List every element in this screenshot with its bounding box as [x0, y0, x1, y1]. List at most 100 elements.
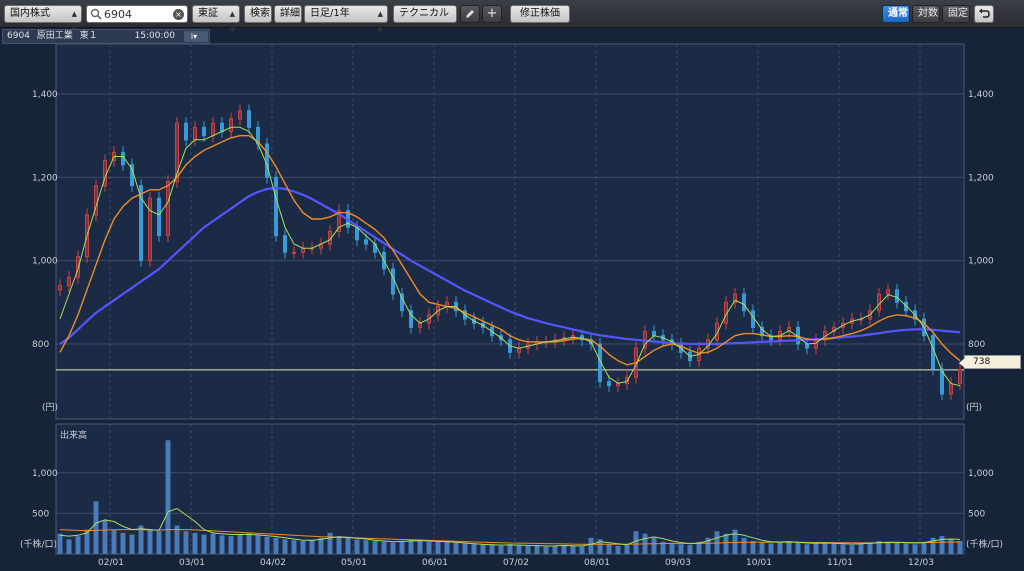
volume-bar	[102, 519, 108, 554]
date-tick-label: 05/01	[341, 558, 367, 568]
chart-canvas[interactable]: 800 800 1,000 1,000 1,200 1,200 1,400 1,400 500 5…	[0, 28, 1024, 571]
pencil-icon	[466, 10, 474, 18]
volume-bar	[534, 545, 540, 554]
date-tick-label: 06/01	[422, 558, 448, 568]
scale-log-button[interactable]: 対数	[912, 5, 940, 23]
exchange-select[interactable]: 東証 ▲ ▼	[192, 5, 240, 34]
scale-normal-button[interactable]: 通常	[882, 5, 910, 23]
volume-bar	[840, 544, 846, 554]
price-ylabel-right: (円)	[966, 402, 982, 413]
pencil-tool-button[interactable]	[460, 5, 480, 23]
volume-bar	[777, 541, 783, 554]
volume-bar	[462, 543, 468, 554]
candle-body	[157, 197, 161, 237]
market-select[interactable]: 国内株式 ▲▼	[4, 5, 82, 34]
price-tick-label-right: 1,400	[968, 90, 994, 100]
date-tick-label: 11/01	[827, 558, 853, 568]
candle-body	[265, 143, 269, 178]
volume-bar	[282, 539, 288, 554]
price-ylabel-left: (円)	[42, 402, 58, 413]
volume-bar	[786, 541, 792, 554]
volume-bar	[624, 545, 630, 554]
volume-bar	[435, 541, 441, 554]
volume-bar	[57, 533, 63, 554]
date-tick-label: 09/03	[665, 558, 691, 568]
candle-body	[391, 268, 395, 295]
volume-bar	[93, 501, 99, 554]
stock-market: 東１	[79, 31, 98, 41]
volume-bar	[480, 545, 486, 554]
stock-info-bar: 6904 原田工業 東１ 15:00:00 i▾	[2, 29, 210, 44]
candle-body	[202, 126, 206, 137]
volume-title: 出来高	[60, 429, 87, 441]
price-tick-label-left: 1,400	[32, 90, 58, 100]
volume-bar	[813, 543, 819, 554]
stock-code: 6904	[7, 31, 30, 41]
volume-bar	[147, 529, 153, 554]
volume-bar	[831, 543, 837, 554]
price-tick-label-left: 800	[32, 340, 49, 350]
volume-bar	[255, 535, 261, 554]
chart-app: 国内株式 ▲▼ × 東証 ▲▼ 検索 詳細 日足/1年 ▲▼ テクニカル + 修…	[0, 0, 1024, 571]
search-field[interactable]: ×	[86, 5, 188, 23]
volume-bar	[300, 541, 306, 554]
volume-bar	[723, 533, 729, 554]
volume-bar	[570, 545, 576, 554]
volume-bar	[273, 537, 279, 554]
search-button[interactable]: 検索	[244, 5, 272, 23]
volume-bar	[768, 543, 774, 554]
search-input[interactable]	[104, 7, 174, 21]
volume-bar	[75, 536, 81, 554]
toolbar: 国内株式 ▲▼ × 東証 ▲▼ 検索 詳細 日足/1年 ▲▼ テクニカル + 修…	[0, 0, 1024, 34]
candle-body	[283, 235, 287, 253]
technical-button[interactable]: テクニカル	[393, 5, 457, 23]
period-select[interactable]: 日足/1年 ▲ ▼	[304, 5, 388, 34]
price-tick-label-left: 1,000	[32, 257, 58, 267]
volume-bar	[741, 537, 747, 554]
volume-bar	[525, 545, 531, 554]
date-tick-label: 12/03	[908, 558, 934, 568]
volume-bar	[327, 532, 333, 554]
undo-icon	[979, 8, 990, 18]
date-tick-label: 07/02	[503, 558, 529, 568]
volume-bar	[759, 542, 765, 554]
volume-bar	[615, 545, 621, 554]
current-price-tag: 738	[959, 355, 1021, 369]
date-tick-label: 02/01	[98, 558, 124, 568]
volume-bar	[579, 546, 585, 554]
volume-bar	[336, 536, 342, 554]
stock-time: 15:00:00	[134, 31, 175, 41]
adjusted-price-button[interactable]: 修正株価	[510, 5, 570, 23]
volume-bar	[129, 534, 135, 554]
volume-bar	[246, 532, 252, 554]
volume-bar	[489, 544, 495, 554]
candle-body	[274, 176, 278, 237]
volume-bar	[669, 543, 675, 554]
candle-body	[931, 335, 935, 370]
undo-button[interactable]	[974, 5, 994, 23]
info-dropdown-button[interactable]: i▾	[184, 31, 208, 42]
volume-tick-label-right: 1,000	[968, 469, 994, 479]
volume-bar	[453, 542, 459, 554]
volume-bar	[192, 532, 198, 554]
date-tick-label: 04/02	[260, 558, 286, 568]
volume-bar	[561, 545, 567, 554]
date-tick-label: 08/01	[584, 558, 610, 568]
candle-body	[607, 381, 611, 387]
candle-body	[292, 251, 296, 254]
volume-bar	[498, 545, 504, 554]
scale-fixed-button[interactable]: 固定	[942, 5, 970, 23]
detail-button[interactable]: 詳細	[274, 5, 302, 23]
price-tick-label-right: 1,200	[968, 173, 994, 183]
volume-bar	[822, 542, 828, 554]
price-tick-label-left: 1,200	[32, 173, 58, 183]
volume-bar	[444, 541, 450, 554]
add-tool-button[interactable]: +	[482, 5, 502, 23]
volume-bar	[165, 440, 171, 554]
volume-bar	[111, 529, 117, 554]
volume-bar	[858, 543, 864, 554]
clear-icon[interactable]: ×	[173, 9, 184, 20]
price-tick-label-right: 800	[968, 340, 985, 350]
volume-bar	[957, 541, 963, 554]
volume-bar	[426, 541, 432, 554]
